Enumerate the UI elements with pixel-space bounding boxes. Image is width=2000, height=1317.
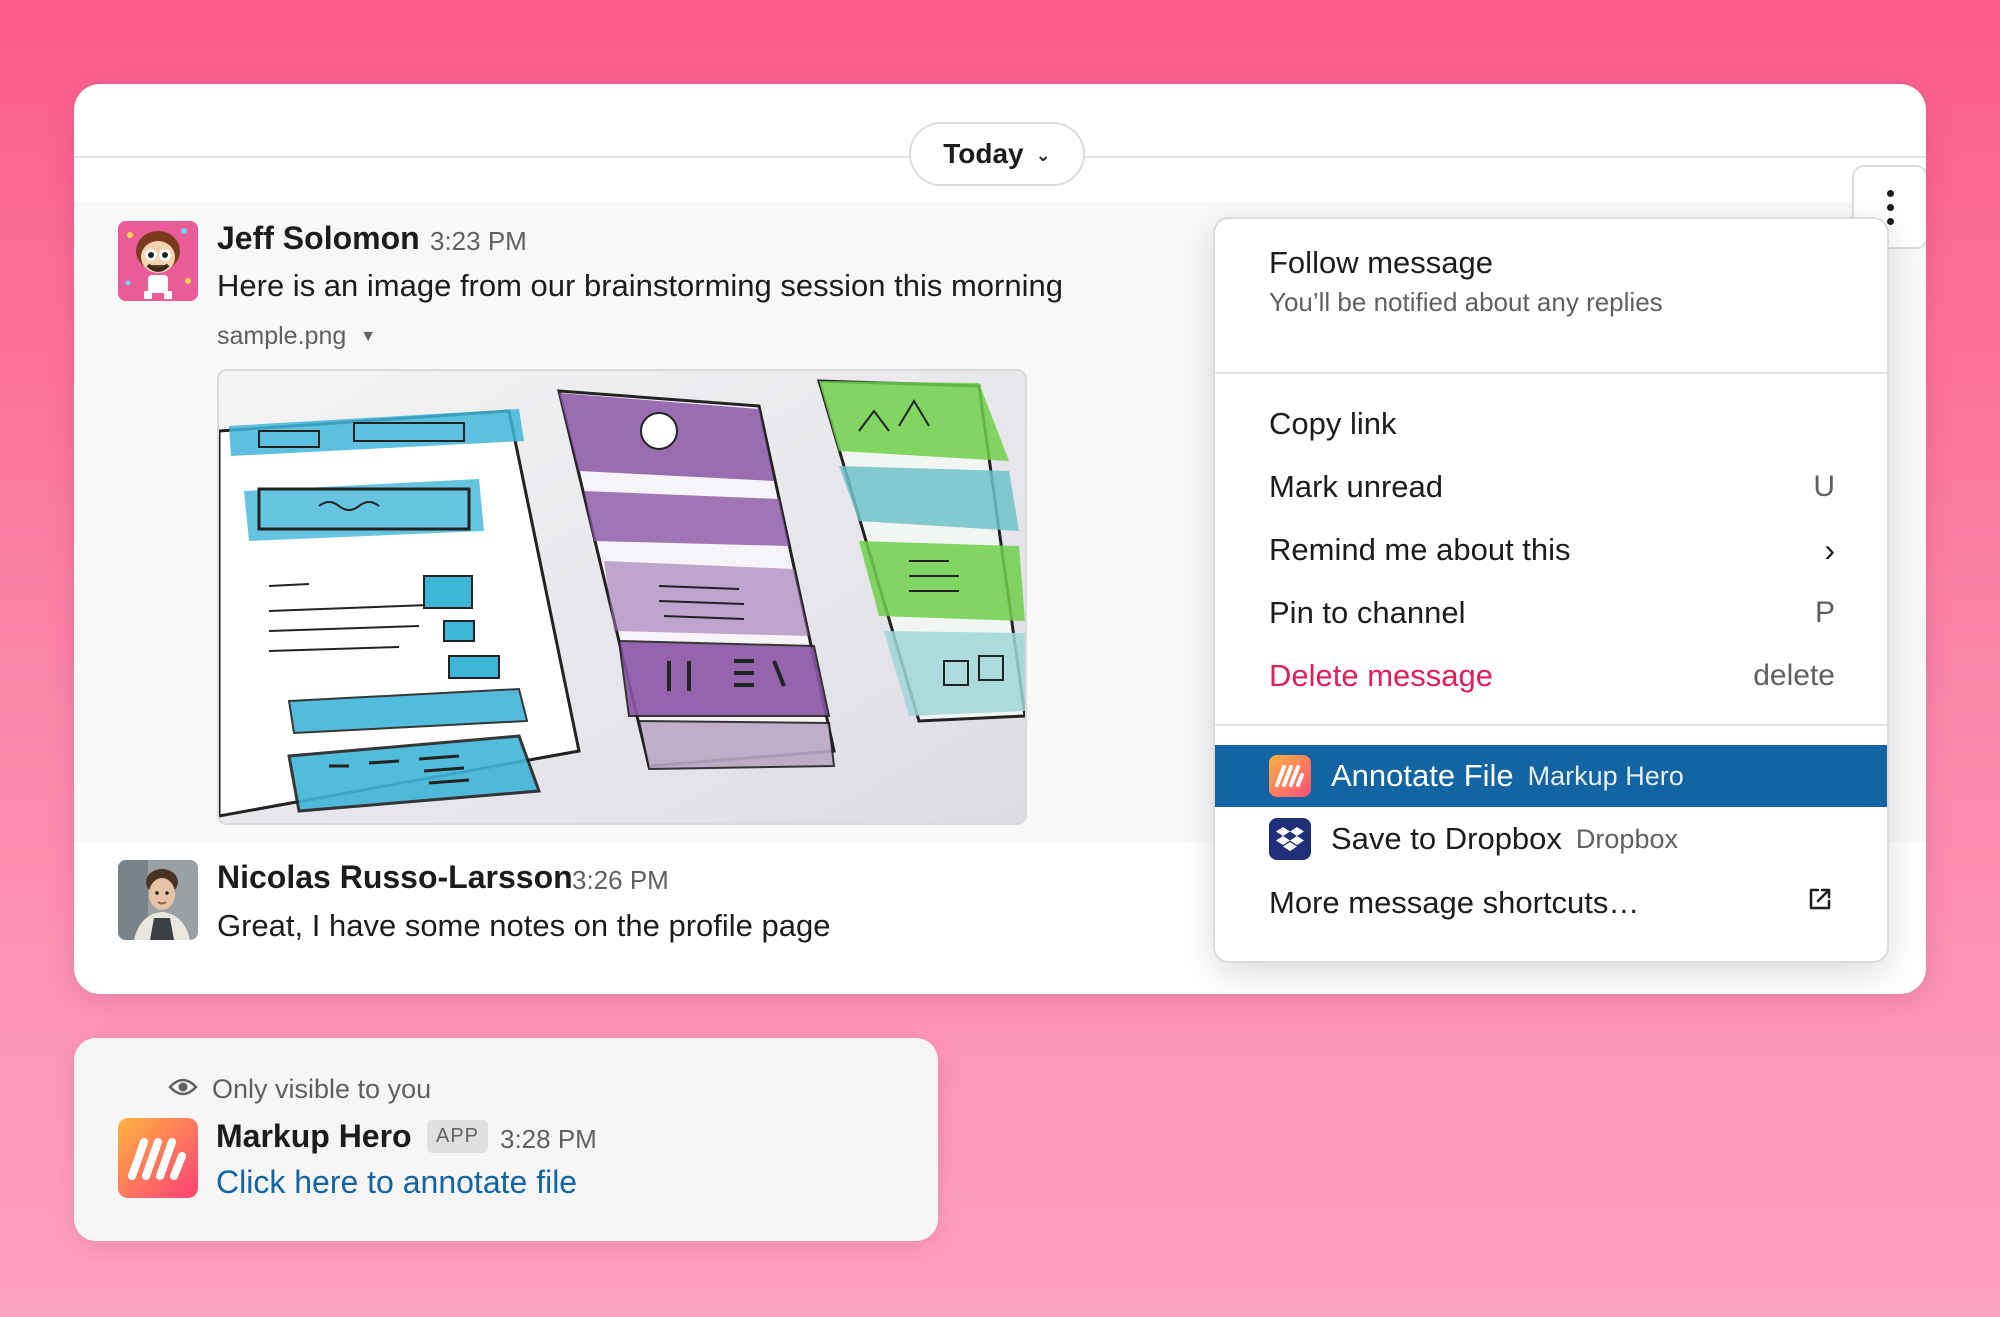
menu-item-copy-link[interactable]: Copy link	[1215, 393, 1887, 455]
eye-icon	[168, 1074, 198, 1105]
menu-divider	[1215, 372, 1887, 374]
menu-item-label: Delete message	[1269, 658, 1494, 693]
message-timestamp[interactable]: 3:26 PM	[572, 865, 669, 896]
image-attachment[interactable]	[217, 369, 1027, 825]
date-label: Today	[943, 138, 1024, 169]
menu-item-follow[interactable]: Follow message You’ll be notified about …	[1215, 229, 1887, 334]
date-jump-button[interactable]: Today ⌄	[909, 122, 1085, 186]
keyboard-shortcut: delete	[1753, 659, 1835, 692]
menu-item-annotate-file[interactable]: Annotate File Markup Hero	[1215, 745, 1887, 807]
avatar[interactable]	[118, 221, 198, 301]
menu-divider	[1215, 724, 1887, 726]
message-actions-menu: Follow message You’ll be notified about …	[1213, 217, 1889, 963]
app-name: Dropbox	[1575, 823, 1678, 854]
message-author[interactable]: Nicolas Russo-Larsson	[217, 859, 573, 896]
keyboard-shortcut: P	[1814, 596, 1835, 629]
message-timestamp[interactable]: 3:28 PM	[500, 1124, 597, 1155]
menu-item-save-to-dropbox[interactable]: Save to Dropbox Dropbox	[1215, 808, 1887, 870]
external-link-icon	[1805, 884, 1835, 922]
avatar[interactable]	[118, 860, 198, 940]
menu-item-more-shortcuts[interactable]: More message shortcuts…	[1215, 872, 1887, 934]
chevron-down-icon: ⌄	[1035, 144, 1051, 165]
dropbox-logo-icon	[1269, 818, 1311, 860]
menu-item-remind-me[interactable]: Remind me about this ›	[1215, 519, 1887, 581]
chevron-right-icon: ›	[1824, 531, 1835, 568]
markup-hero-logo-icon	[1269, 755, 1311, 797]
app-name: Markup Hero	[1527, 760, 1684, 791]
follow-label: Follow message	[1269, 245, 1493, 280]
annotate-file-link[interactable]: Click here to annotate file	[216, 1164, 577, 1201]
message-text: Here is an image from our brainstorming …	[217, 268, 1063, 303]
message-timestamp[interactable]: 3:23 PM	[430, 226, 527, 257]
menu-item-pin[interactable]: Pin to channel P	[1215, 582, 1887, 644]
message-author[interactable]: Markup Hero	[216, 1118, 412, 1155]
file-name: sample.png	[217, 322, 347, 350]
caret-down-icon: ▼	[360, 327, 377, 345]
message-text: Great, I have some notes on the profile …	[217, 908, 831, 943]
markup-hero-avatar[interactable]	[118, 1118, 198, 1198]
menu-item-label: More message shortcuts…	[1269, 885, 1640, 920]
menu-item-label: Copy link	[1269, 406, 1397, 441]
menu-item-label: Save to Dropbox	[1331, 821, 1562, 856]
menu-item-mark-unread[interactable]: Mark unread U	[1215, 456, 1887, 518]
ephemeral-message: Only visible to you Markup Hero APP 3:28…	[74, 1038, 938, 1241]
menu-item-delete[interactable]: Delete message delete	[1215, 645, 1887, 707]
visibility-note: Only visible to you	[168, 1074, 431, 1105]
message-author[interactable]: Jeff Solomon	[217, 220, 420, 257]
menu-item-label: Pin to channel	[1269, 595, 1466, 630]
more-vertical-icon	[1886, 189, 1894, 225]
menu-item-label: Remind me about this	[1269, 532, 1571, 567]
follow-hint: You’ll be notified about any replies	[1269, 287, 1663, 317]
message-panel: Today ⌄ Jeff Solomon 3:23 PM Here is an …	[74, 84, 1926, 994]
app-badge: APP	[427, 1120, 489, 1153]
keyboard-shortcut: U	[1813, 470, 1835, 503]
visibility-text: Only visible to you	[212, 1074, 432, 1104]
file-name-toggle[interactable]: sample.png ▼	[217, 322, 376, 351]
menu-item-label: Annotate File	[1331, 758, 1514, 793]
menu-item-label: Mark unread	[1269, 469, 1444, 504]
